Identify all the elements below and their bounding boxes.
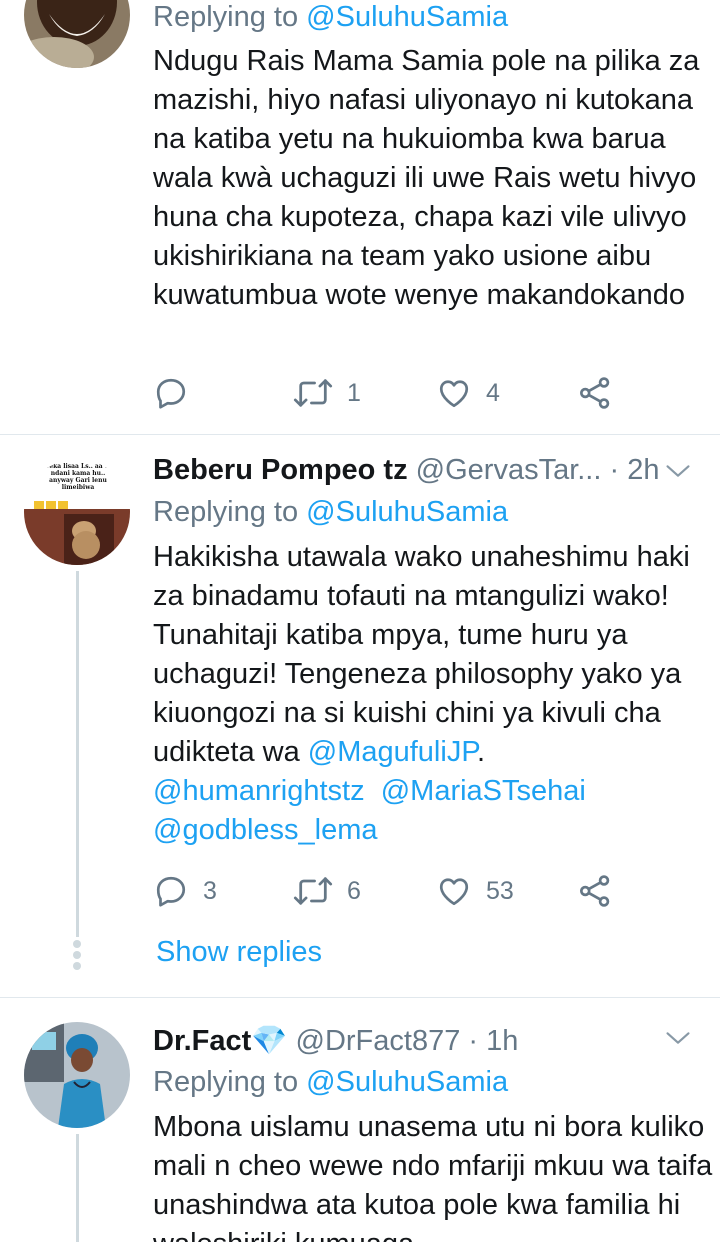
tweet-actions: 3 6 53 — [153, 871, 623, 911]
display-name[interactable]: Beberu Pompeo tz — [153, 454, 408, 486]
avatar[interactable] — [24, 1022, 130, 1128]
retweet-count: 6 — [347, 876, 361, 905]
avatar[interactable]: weka lisaa Ls.. aa tu ndani kama hu.. an… — [24, 459, 130, 565]
share-icon — [580, 875, 610, 907]
replying-label: Replying to — [153, 1066, 299, 1098]
tweet-header: Beberu Pompeo tz @GervasTar... · 2h — [153, 453, 659, 487]
replying-to: Replying to @SuluhuSamia — [153, 1065, 508, 1099]
reply-count: 3 — [203, 876, 217, 905]
display-name[interactable]: Dr.Fact — [153, 1025, 251, 1057]
replying-label: Replying to — [153, 496, 299, 528]
tweet-text-part: Hakikisha utawala wako unaheshimu haki z… — [153, 541, 690, 768]
retweet-button[interactable]: 6 — [293, 871, 361, 911]
like-button[interactable]: 53 — [436, 871, 514, 911]
user-handle[interactable]: @GervasTar... — [416, 454, 602, 486]
tweet-text: Hakikisha utawala wako unaheshimu haki z… — [153, 538, 713, 850]
replying-to: Replying to @SuluhuSamia — [153, 0, 508, 34]
mention-link[interactable]: @MariaSTsehai — [381, 775, 586, 807]
tweet-menu-button[interactable] — [664, 1024, 692, 1057]
user-handle[interactable]: @DrFact877 — [296, 1025, 461, 1057]
tweet-2[interactable]: weka lisaa Ls.. aa tu ndani kama hu.. an… — [0, 435, 720, 997]
tweet-actions: 1 4 — [153, 373, 623, 413]
tweet-3[interactable]: Dr.Fact💎 @DrFact877 · 1h Replying to @Su… — [0, 998, 720, 1242]
mention-link[interactable]: @MagufuliJP — [308, 736, 477, 768]
tweet-text-part: . — [476, 736, 485, 768]
retweet-button[interactable]: 1 — [293, 373, 361, 413]
thread-dots — [73, 937, 81, 973]
chevron-down-icon — [666, 465, 690, 477]
like-button[interactable]: 4 — [436, 373, 500, 413]
timestamp[interactable]: · 1h — [468, 1025, 518, 1057]
tweet-text: Mbona uislamu unasema utu ni bora kuliko… — [153, 1111, 713, 1242]
retweet-count: 1 — [347, 378, 361, 407]
share-button[interactable] — [577, 871, 613, 911]
replying-mention-link[interactable]: @SuluhuSamia — [306, 496, 508, 528]
thread-line — [76, 571, 79, 937]
replying-to: Replying to @SuluhuSamia — [153, 495, 508, 529]
reply-button[interactable] — [153, 373, 203, 413]
show-replies-link[interactable]: Show replies — [156, 936, 322, 969]
share-icon — [580, 377, 610, 409]
reply-icon — [156, 378, 186, 409]
retweet-icon — [293, 877, 333, 905]
share-button[interactable] — [577, 373, 613, 413]
timestamp[interactable]: · 2h — [610, 454, 660, 486]
replying-label: Replying to — [153, 1, 299, 33]
chevron-down-icon — [666, 1032, 690, 1044]
replying-mention-link[interactable]: @SuluhuSamia — [306, 1066, 508, 1098]
mention-link[interactable]: @godbless_lema — [153, 814, 378, 846]
like-count: 53 — [486, 876, 514, 905]
like-icon — [439, 878, 469, 906]
like-count: 4 — [486, 378, 500, 407]
tweet-menu-button[interactable] — [664, 457, 692, 490]
tweet-1[interactable]: Replying to @SuluhuSamia Ndugu Rais Mama… — [0, 0, 720, 434]
retweet-icon — [293, 379, 333, 407]
replying-mention-link[interactable]: @SuluhuSamia — [306, 1, 508, 33]
reply-button[interactable]: 3 — [153, 871, 217, 911]
tweet-header: Dr.Fact💎 @DrFact877 · 1h — [153, 1023, 518, 1058]
reply-icon — [156, 876, 186, 907]
avatar-caption: weka lisaa Ls.. aa tu ndani kama hu.. an… — [44, 463, 112, 491]
mention-link[interactable]: @humanrightstz — [153, 775, 365, 807]
gem-emoji: 💎 — [251, 1023, 288, 1057]
avatar[interactable] — [24, 0, 130, 68]
tweet-text: Ndugu Rais Mama Samia pole na pilika za … — [153, 45, 700, 311]
thread-line — [76, 1134, 79, 1242]
like-icon — [439, 380, 469, 408]
